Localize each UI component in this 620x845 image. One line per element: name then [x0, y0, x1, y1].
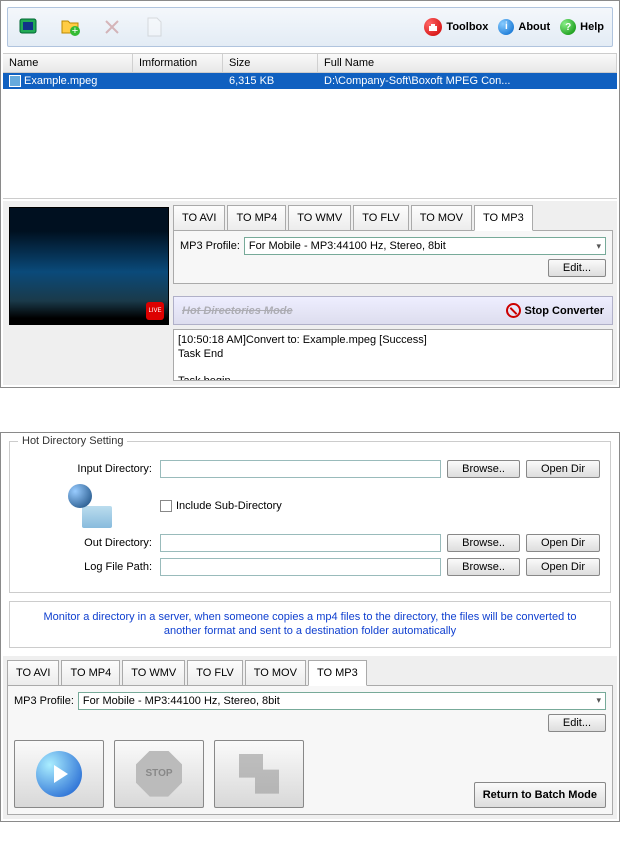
log-opendir-button[interactable]: Open Dir: [526, 558, 600, 576]
arrow-down-icon: [239, 754, 279, 794]
log-path-field[interactable]: [160, 558, 441, 576]
hotdir-note: Monitor a directory in a server, when so…: [9, 601, 611, 648]
include-subdir-label: Include Sub-Directory: [176, 500, 282, 512]
out-dir-label: Out Directory:: [20, 537, 160, 549]
about-button[interactable]: i About: [498, 19, 550, 35]
file-icon: [9, 75, 21, 87]
tab-body: MP3 Profile: For Mobile - MP3:44100 Hz, …: [173, 230, 613, 284]
hotdir-legend: Hot Directory Setting: [18, 435, 127, 447]
tab2-mp3[interactable]: TO MP3: [308, 660, 367, 686]
tab2-wmv[interactable]: TO WMV: [122, 660, 185, 686]
cell-info: [133, 73, 223, 89]
live-badge: LIVE: [146, 302, 164, 320]
col-info[interactable]: Imformation: [133, 54, 223, 72]
tab-mp4[interactable]: TO MP4: [227, 205, 286, 231]
preview-pane: LIVE: [3, 201, 169, 385]
log-area[interactable]: [10:50:18 AM]Convert to: Example.mpeg [S…: [173, 329, 613, 381]
hotdir-window: Hot Directory Setting Input Directory: B…: [0, 432, 620, 822]
tab-avi[interactable]: TO AVI: [173, 205, 225, 231]
table-empty-area[interactable]: [3, 89, 617, 199]
mode-bar: Hot Directories Mode Stop Converter: [173, 296, 613, 325]
out-opendir-button[interactable]: Open Dir: [526, 534, 600, 552]
play-button[interactable]: [14, 740, 104, 808]
out-browse-button[interactable]: Browse..: [447, 534, 520, 552]
stop-converter-label: Stop Converter: [525, 305, 604, 317]
cell-name: Example.mpeg: [24, 75, 97, 87]
tab2-mp4[interactable]: TO MP4: [61, 660, 120, 686]
table-row[interactable]: Example.mpeg 6,315 KB D:\Company-Soft\Bo…: [3, 73, 617, 89]
hotdir-fieldset: Hot Directory Setting Input Directory: B…: [9, 441, 611, 593]
file-table: Name Imformation Size Full Name Example.…: [3, 53, 617, 199]
toolbox-label: Toolbox: [446, 21, 488, 33]
cell-full: D:\Company-Soft\Boxoft MPEG Con...: [318, 73, 617, 89]
svg-text:+: +: [72, 25, 78, 37]
cell-size: 6,315 KB: [223, 73, 318, 89]
globe-folder-icon: [68, 484, 112, 528]
add-video-icon[interactable]: [16, 15, 40, 39]
profile-value: For Mobile - MP3:44100 Hz, Stereo, 8bit: [249, 240, 446, 252]
log-browse-button[interactable]: Browse..: [447, 558, 520, 576]
profile-select[interactable]: For Mobile - MP3:44100 Hz, Stereo, 8bit: [244, 237, 606, 255]
help-icon: ?: [560, 19, 576, 35]
profile-select-2[interactable]: For Mobile - MP3:44100 Hz, Stereo, 8bit: [78, 692, 606, 710]
out-dir-field[interactable]: [160, 534, 441, 552]
tab2-flv[interactable]: TO FLV: [187, 660, 243, 686]
main-toolbar: + Toolbox i About ? Help: [7, 7, 613, 47]
stop-converter-button[interactable]: Stop Converter: [506, 303, 604, 318]
main-window: + Toolbox i About ? Help Name Imformation …: [0, 0, 620, 388]
profile-label: MP3 Profile:: [180, 240, 240, 252]
tab-flv[interactable]: TO FLV: [353, 205, 409, 231]
about-label: About: [518, 21, 550, 33]
video-preview[interactable]: LIVE: [9, 207, 169, 325]
big-buttons: STOP Return to Batch Mode: [14, 740, 606, 808]
hot-dir-mode-label: Hot Directories Mode: [182, 305, 293, 317]
tab-mp3[interactable]: TO MP3: [474, 205, 533, 231]
add-folder-icon[interactable]: +: [58, 15, 82, 39]
profile-value-2: For Mobile - MP3:44100 Hz, Stereo, 8bit: [83, 695, 280, 707]
tab-wmv[interactable]: TO WMV: [288, 205, 351, 231]
col-size[interactable]: Size: [223, 54, 318, 72]
input-dir-field[interactable]: [160, 460, 441, 478]
info-icon: i: [498, 19, 514, 35]
tab2-mov[interactable]: TO MOV: [245, 660, 306, 686]
tab-body-2: MP3 Profile: For Mobile - MP3:44100 Hz, …: [7, 685, 613, 815]
tab2-avi[interactable]: TO AVI: [7, 660, 59, 686]
input-dir-label: Input Directory:: [20, 463, 160, 475]
resume-button[interactable]: [214, 740, 304, 808]
input-opendir-button[interactable]: Open Dir: [526, 460, 600, 478]
profile-label-2: MP3 Profile:: [14, 695, 74, 707]
tab-mov[interactable]: TO MOV: [411, 205, 472, 231]
format-tabs-2: TO AVI TO MP4 TO WMV TO FLV TO MOV TO MP…: [7, 660, 613, 686]
delete-icon[interactable]: [100, 15, 124, 39]
toolbox-icon: [424, 18, 442, 36]
input-browse-button[interactable]: Browse..: [447, 460, 520, 478]
edit-button-2[interactable]: Edit...: [548, 714, 606, 732]
include-subdir-checkbox[interactable]: Include Sub-Directory: [160, 500, 282, 512]
help-button[interactable]: ? Help: [560, 19, 604, 35]
edit-button[interactable]: Edit...: [548, 259, 606, 277]
stop-icon: STOP: [136, 751, 182, 797]
col-full[interactable]: Full Name: [318, 54, 617, 72]
log-path-label: Log File Path:: [20, 561, 160, 573]
play-icon: [36, 751, 82, 797]
format-tabs: TO AVI TO MP4 TO WMV TO FLV TO MOV TO MP…: [173, 205, 613, 231]
return-batch-button[interactable]: Return to Batch Mode: [474, 782, 606, 808]
help-label: Help: [580, 21, 604, 33]
table-header: Name Imformation Size Full Name: [3, 53, 617, 73]
lower-panel: LIVE TO AVI TO MP4 TO WMV TO FLV TO MOV …: [3, 201, 617, 385]
toolbox-button[interactable]: Toolbox: [424, 18, 488, 36]
document-icon[interactable]: [142, 15, 166, 39]
stop-button[interactable]: STOP: [114, 740, 204, 808]
col-name[interactable]: Name: [3, 54, 133, 72]
forbid-icon: [506, 303, 521, 318]
